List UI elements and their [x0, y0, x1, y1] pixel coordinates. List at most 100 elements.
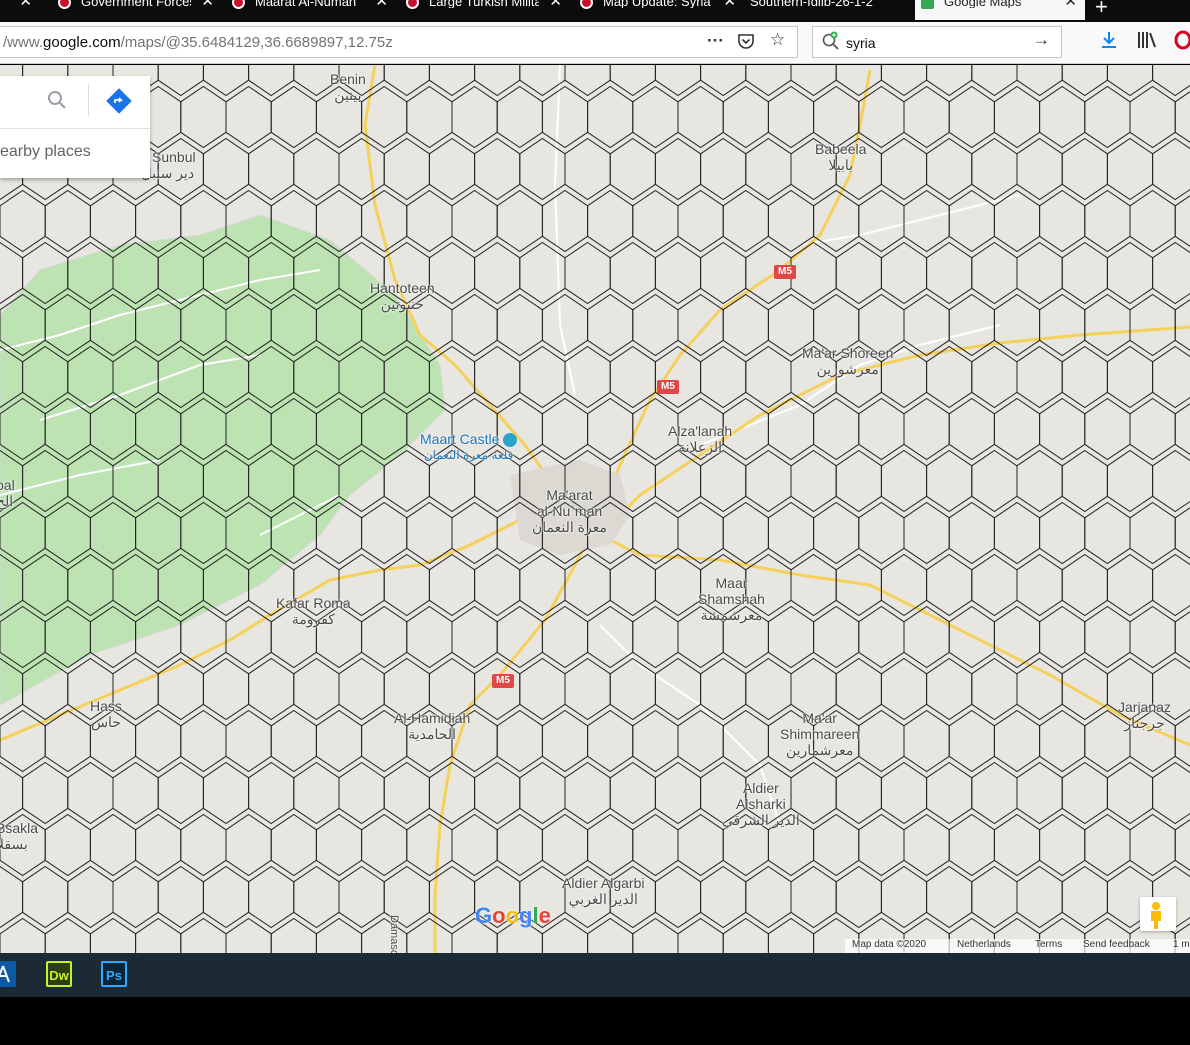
- pegman-icon: [1151, 902, 1161, 929]
- close-icon[interactable]: ✕: [375, 0, 388, 9]
- tab-government-forces[interactable]: Government Forces ✕: [52, 0, 222, 20]
- hex-cell: [745, 137, 792, 201]
- library-icon[interactable]: [1137, 30, 1159, 55]
- hex-cell: [677, 189, 724, 253]
- hex-cell: [428, 761, 476, 825]
- hex-cell: [89, 813, 137, 877]
- tab-map-update-syria[interactable]: Map Update: Syria ✕: [574, 0, 744, 20]
- hex-cell: [1039, 85, 1086, 149]
- hex-cell: [993, 85, 1041, 149]
- hex-cell: [541, 85, 589, 149]
- place-maarat-al-numan[interactable]: Ma'arat al-Nu`man معرة النعمان: [532, 487, 607, 535]
- hex-cell: [496, 709, 543, 773]
- hex-cell: [993, 709, 1041, 773]
- search-nearby-button[interactable]: earby places: [0, 143, 91, 161]
- place-aldier-alsharki[interactable]: Aldier Alsharki الدير الشرقي: [722, 780, 800, 828]
- taskbar-app-icon[interactable]: [0, 961, 16, 987]
- hex-cell: [971, 137, 1018, 201]
- hex-cell: [202, 553, 250, 617]
- terms-link[interactable]: Terms: [1035, 939, 1062, 950]
- hex-cell: [813, 397, 860, 461]
- close-icon[interactable]: ✕: [723, 0, 736, 9]
- place-maar-shamshah[interactable]: Maar Shamshah معرشمشة: [698, 575, 765, 623]
- hex-cell: [767, 501, 815, 565]
- hex-cell: [677, 85, 724, 149]
- street-view-pegman[interactable]: [1140, 897, 1176, 931]
- bookmark-star-icon[interactable]: ☆: [770, 30, 785, 50]
- place-al-hamidiah[interactable]: Al-Hamidiah الحامدية: [394, 710, 470, 742]
- hex-cell: [0, 761, 24, 825]
- map-canvas[interactable]: Benin بينين Sunbul دير سنبل Babeela بابيلا …: [0, 65, 1190, 953]
- close-icon[interactable]: ✕: [1064, 0, 1077, 9]
- place-kafar-roma[interactable]: Kafar Roma كفرومة: [276, 595, 351, 627]
- hex-cell: [67, 449, 114, 513]
- tab-partial[interactable]: ✕: [0, 0, 40, 20]
- close-icon[interactable]: ✕: [549, 0, 562, 9]
- download-icon[interactable]: [1100, 30, 1118, 55]
- url-text[interactable]: /www.google.com/maps/@35.6484129,36.6689…: [3, 34, 393, 51]
- place-jarjanaz[interactable]: Jarjanaz جرجناز: [1118, 699, 1171, 731]
- send-feedback-link[interactable]: Send feedback: [1083, 939, 1150, 950]
- hex-cell: [0, 709, 46, 773]
- url-bar[interactable]: /www.google.com/maps/@35.6484129,36.6689…: [0, 26, 798, 58]
- screen-bottom-black: [0, 997, 1190, 1045]
- place-benin[interactable]: Benin بينين: [330, 71, 366, 103]
- opera-icon[interactable]: [1174, 30, 1190, 55]
- pocket-icon[interactable]: [737, 32, 755, 55]
- hex-cell: [632, 293, 679, 357]
- hex-cell: [89, 189, 137, 253]
- hex-cell: [541, 397, 589, 461]
- hex-cell: [1061, 137, 1108, 201]
- place-maart-castle[interactable]: Maart Castle قلعة معرة النعمان: [420, 431, 518, 463]
- place-bsakla[interactable]: Bsaklaبسقلا: [0, 820, 38, 852]
- tab-southern-idlib[interactable]: Southern-Idlib-26-1-2: [744, 0, 914, 20]
- hex-cell: [1084, 813, 1131, 877]
- hex-cell: [858, 501, 905, 565]
- hex-cell: [202, 345, 250, 409]
- hex-cell: [654, 345, 702, 409]
- close-icon[interactable]: ✕: [19, 0, 32, 9]
- tab-google-maps[interactable]: Google Maps ✕: [915, 0, 1085, 20]
- search-box[interactable]: syria →: [812, 26, 1062, 58]
- hex-cell: [1129, 605, 1176, 669]
- hex-cell: [1129, 293, 1176, 357]
- hex-cell: [44, 501, 91, 565]
- place-aldier-algarbi[interactable]: Aldier Algarbi الدير الغربي: [562, 875, 645, 907]
- hex-cell: [767, 189, 815, 253]
- hex-cell: [157, 657, 204, 721]
- hex-cell: [225, 813, 272, 877]
- region-link[interactable]: Netherlands: [957, 939, 1011, 950]
- hex-cell: [270, 293, 317, 357]
- hex-cell: [1174, 507, 1190, 559]
- close-icon[interactable]: ✕: [201, 0, 214, 9]
- new-tab-button[interactable]: +: [1095, 0, 1108, 20]
- place-maar-shimmareen[interactable]: Ma'ar Shimmareen معرشمارين: [780, 710, 859, 758]
- page-actions-icon[interactable]: ···: [707, 31, 724, 51]
- map-data-attribution: Map data ©2020: [852, 939, 927, 950]
- hex-cell: [270, 813, 317, 877]
- place-bal[interactable]: balالح: [0, 477, 15, 509]
- hex-cell: [0, 293, 46, 357]
- dreamweaver-icon[interactable]: Dw: [46, 961, 72, 987]
- search-input[interactable]: syria: [846, 35, 876, 51]
- hex-cell: [926, 449, 973, 513]
- place-maar-shoreen[interactable]: Ma'ar Shoreen معرشورين: [802, 345, 893, 377]
- hex-cell: [112, 553, 159, 617]
- photoshop-icon[interactable]: Ps: [101, 961, 127, 987]
- search-go-arrow-icon[interactable]: →: [1033, 30, 1050, 50]
- tab-large-turkish-military[interactable]: Large Turkish Military ✕: [400, 0, 570, 20]
- place-babeela[interactable]: Babeela بابيلا: [815, 141, 866, 173]
- hex-cell: [1129, 501, 1176, 565]
- tab-maarat-al-numan[interactable]: Maarat Al-Numan ✕: [226, 0, 396, 20]
- hex-cell: [1152, 345, 1190, 409]
- place-alzalanah[interactable]: Alza'lanah الزعلانة: [668, 423, 732, 455]
- hex-cell: [293, 241, 340, 305]
- hex-cell: [700, 865, 747, 929]
- hex-cell: [1061, 449, 1108, 513]
- hex-cell: [338, 137, 385, 201]
- place-hass[interactable]: Hass حاس: [90, 698, 122, 730]
- tab-favicon-icon: [58, 0, 71, 9]
- tab-title: Map Update: Syria: [603, 0, 711, 8]
- hex-cell: [971, 345, 1018, 409]
- place-hantoteen[interactable]: Hantoteen حنتوتين: [370, 280, 435, 312]
